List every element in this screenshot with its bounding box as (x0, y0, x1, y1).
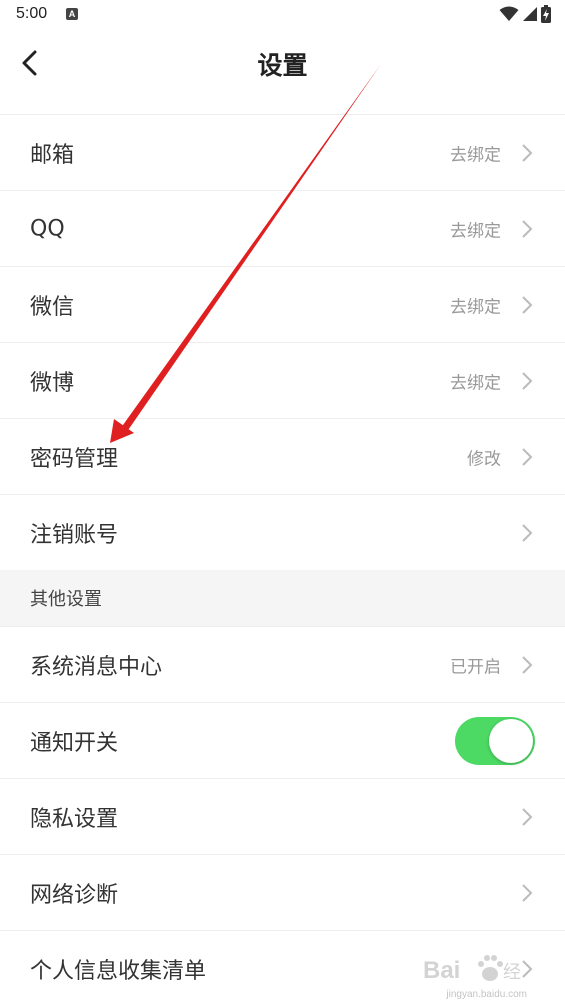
page-title: 设置 (257, 51, 308, 80)
row-value: 去绑定 (450, 373, 501, 393)
row-weibo[interactable]: 微博 去绑定 (0, 342, 565, 418)
row-system-message-center[interactable]: 系统消息中心 已开启 (0, 626, 565, 702)
settings-screen: 5:00 A 设置 邮箱 去绑定 QQ 去绑定 微信 去绑定 微博 去绑定 密码… (0, 0, 565, 1004)
row-network-diagnosis[interactable]: 网络诊断 (0, 854, 565, 930)
row-label: 个人信息收集清单 (30, 958, 207, 984)
battery-charging-icon (541, 5, 551, 23)
chevron-right-icon (522, 447, 533, 466)
row-cancel-account[interactable]: 注销账号 (0, 494, 565, 570)
row-value: 修改 (467, 449, 501, 469)
chevron-right-icon (522, 143, 533, 162)
svg-text:Bai: Bai (423, 957, 460, 984)
status-icons (499, 5, 551, 23)
status-time: 5:00 (16, 5, 48, 22)
chevron-right-icon (522, 655, 533, 674)
row-label: 网络诊断 (30, 882, 119, 908)
notification-a-icon: A (66, 8, 78, 20)
header: 设置 (0, 30, 565, 114)
row-wechat[interactable]: 微信 去绑定 (0, 266, 565, 342)
section-title: 其他设置 (30, 589, 102, 610)
chevron-right-icon (522, 807, 533, 826)
chevron-right-icon (522, 371, 533, 390)
signal-icon (523, 7, 537, 21)
row-value: 去绑定 (450, 221, 501, 241)
row-label: 隐私设置 (30, 806, 119, 832)
row-value: 去绑定 (450, 297, 501, 317)
notification-toggle[interactable] (455, 716, 535, 765)
watermark-url: jingyan.baidu.com (446, 989, 527, 1000)
row-label: 密码管理 (30, 446, 119, 472)
toggle-knob (489, 718, 533, 763)
wifi-icon (499, 6, 519, 21)
row-email[interactable]: 邮箱 去绑定 (0, 114, 565, 190)
row-label: QQ (30, 216, 65, 241)
row-value: 已开启 (450, 657, 501, 677)
row-qq[interactable]: QQ 去绑定 (0, 190, 565, 266)
row-label: 注销账号 (30, 522, 119, 548)
settings-list: 邮箱 去绑定 QQ 去绑定 微信 去绑定 微博 去绑定 密码管理 修改 注销账号 (0, 114, 565, 1004)
row-value: 去绑定 (450, 145, 501, 165)
section-header-other: 其他设置 (0, 570, 565, 626)
row-notification-switch: 通知开关 (0, 702, 565, 778)
row-privacy-settings[interactable]: 隐私设置 (0, 778, 565, 854)
baidu-jingyan-watermark-logo: Bai 经 (423, 955, 521, 984)
chevron-right-icon (522, 295, 533, 314)
row-password-management[interactable]: 密码管理 修改 (0, 418, 565, 494)
svg-text:经: 经 (503, 962, 521, 983)
row-label: 邮箱 (30, 142, 75, 168)
row-label: 通知开关 (30, 730, 119, 756)
row-label: 系统消息中心 (30, 654, 163, 680)
chevron-right-icon (522, 219, 533, 238)
row-label: 微博 (30, 370, 75, 396)
status-bar: 5:00 A (0, 0, 565, 30)
row-label: 微信 (30, 294, 75, 320)
chevron-right-icon (522, 523, 533, 542)
chevron-right-icon (522, 883, 533, 902)
